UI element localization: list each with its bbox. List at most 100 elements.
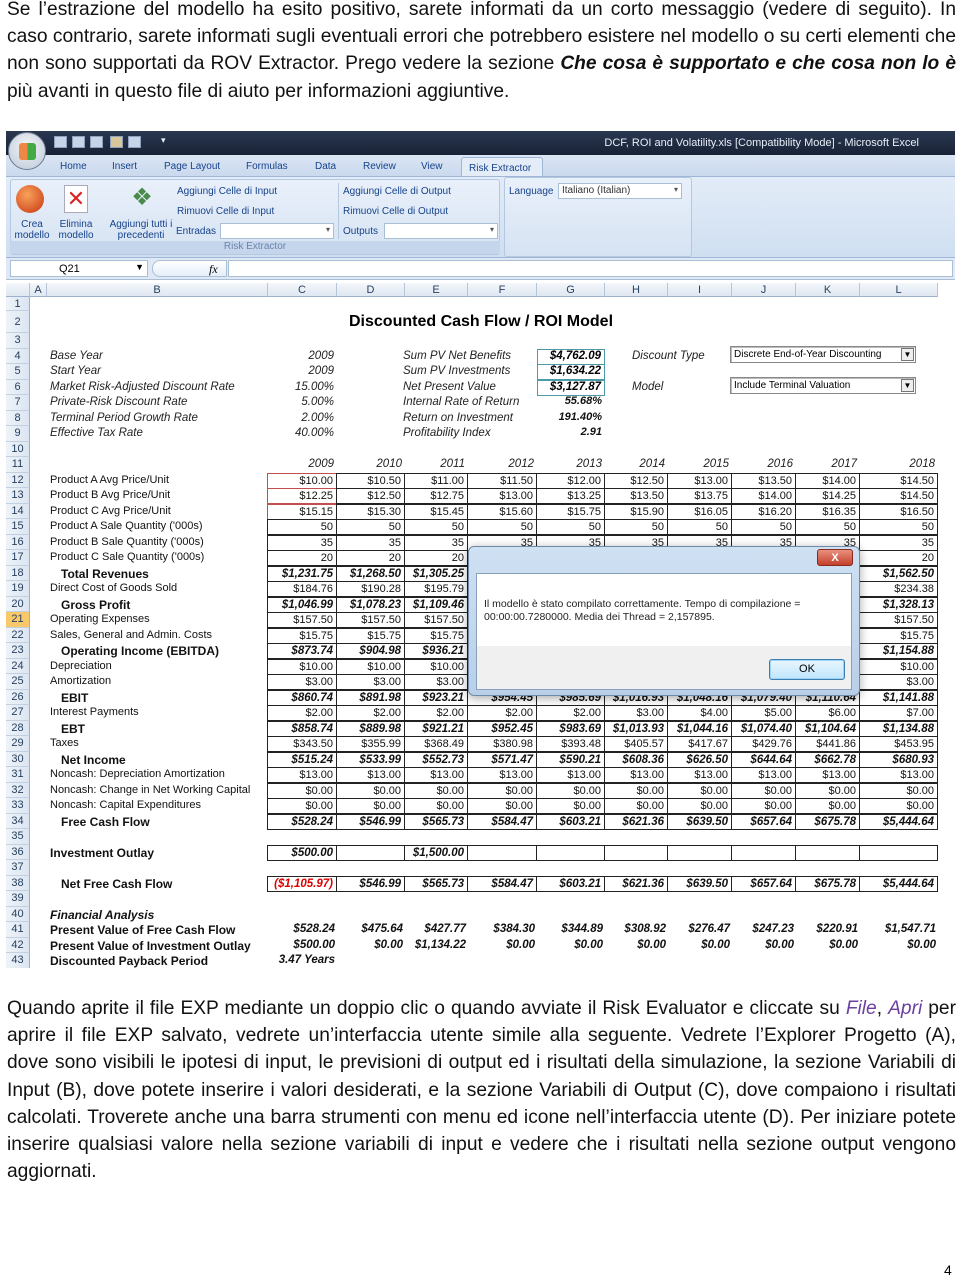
data-cell[interactable]: $247.23 [732,922,797,938]
row-header-16[interactable]: 16 [6,534,30,550]
data-cell[interactable]: $0.00 [467,798,537,814]
data-cell[interactable]: $190.28 [336,581,405,597]
data-cell[interactable]: $0.00 [605,938,669,954]
chevron-down-icon[interactable]: ▼ [901,347,914,361]
data-cell[interactable]: $16.20 [731,503,796,520]
data-cell[interactable]: $675.78 [795,875,860,892]
data-cell[interactable]: $13.00 [731,767,796,783]
data-cell[interactable]: $384.30 [468,922,538,938]
row-header-36[interactable]: 36 [6,844,30,860]
column-header-D[interactable]: D [337,283,405,297]
data-cell[interactable]: $0.00 [267,798,337,814]
data-cell[interactable]: $13.00 [267,767,337,783]
tab-page-layout[interactable]: Page Layout [164,161,220,172]
data-cell[interactable]: 50 [731,519,796,535]
row-header-40[interactable]: 40 [6,906,30,922]
data-cell[interactable]: $13.25 [536,488,605,504]
data-cell[interactable]: $3.00 [604,705,668,721]
data-cell[interactable]: $4.00 [667,705,732,721]
data-cell[interactable]: $308.92 [605,922,669,938]
data-cell[interactable]: $16.50 [859,503,938,520]
data-cell[interactable]: $0.00 [859,798,938,814]
data-cell[interactable]: 35 [336,534,405,551]
data-cell[interactable]: $10.00 [267,658,337,675]
row-header-21[interactable]: 21 [6,612,30,628]
remove-input-cells-button[interactable]: Rimuovi Celle di Input [177,206,274,217]
row-header-19[interactable]: 19 [6,581,30,597]
data-cell[interactable]: $234.38 [859,581,938,597]
data-cell[interactable]: 20 [267,550,337,566]
row-header-22[interactable]: 22 [6,627,30,643]
row-header-29[interactable]: 29 [6,736,30,752]
data-cell[interactable]: $1,109.46 [404,596,468,613]
data-cell[interactable]: $0.00 [732,938,797,954]
data-cell[interactable]: 35 [404,534,468,551]
assumption-value[interactable]: 2.00% [268,412,337,424]
data-cell[interactable]: 35 [267,534,337,551]
data-cell[interactable]: $983.69 [536,720,605,737]
row-header-34[interactable]: 34 [6,813,30,829]
row-header-18[interactable]: 18 [6,565,30,581]
data-cell[interactable]: $15.60 [467,503,537,520]
data-cell[interactable]: $889.98 [336,720,405,737]
data-cell[interactable]: $3.00 [859,674,938,690]
data-cell[interactable]: $565.73 [404,875,468,892]
data-cell[interactable]: $12.25 [267,488,337,504]
tab-formulas[interactable]: Formulas [246,161,288,172]
data-cell[interactable]: $0.00 [860,938,939,954]
data-cell[interactable]: $584.47 [467,813,537,830]
data-cell[interactable]: $0.00 [336,798,405,814]
data-cell[interactable]: $13.00 [467,488,537,504]
data-cell[interactable]: $0.00 [667,782,732,799]
data-cell[interactable]: $13.50 [604,488,668,504]
row-header-38[interactable]: 38 [6,875,30,891]
column-header-I[interactable]: I [668,283,732,297]
data-cell[interactable]: $157.50 [267,612,337,628]
data-cell[interactable]: $1,328.13 [859,596,938,613]
row-header-17[interactable]: 17 [6,550,30,566]
data-cell[interactable]: $13.00 [336,767,405,783]
column-header-L[interactable]: L [860,283,938,297]
data-cell[interactable]: $276.47 [668,922,733,938]
data-cell[interactable]: $0.00 [536,782,605,799]
column-header-F[interactable]: F [468,283,537,297]
assumption-value[interactable]: 5.00% [268,396,337,408]
data-cell[interactable]: $0.00 [604,798,668,814]
assumption-value[interactable]: 2009 [268,365,337,377]
data-cell[interactable]: $11.00 [404,472,468,489]
row-header-7[interactable]: 7 [6,395,30,411]
tab-review[interactable]: Review [363,161,396,172]
data-cell[interactable]: $5.00 [731,705,796,721]
column-header-B[interactable]: B [47,283,268,297]
data-cell[interactable]: $1,104.64 [795,720,860,737]
data-cell[interactable]: $921.21 [404,720,468,737]
data-cell[interactable]: $14.50 [859,488,938,504]
data-cell[interactable]: 35 [859,534,938,551]
insert-function-button[interactable]: fx [152,260,227,277]
tab-view[interactable]: View [421,161,443,172]
row-header-24[interactable]: 24 [6,658,30,674]
data-cell[interactable]: $639.50 [667,813,732,830]
data-cell[interactable]: $500.00 [268,938,338,954]
data-cell[interactable]: $500.00 [267,844,337,861]
add-all-precedents-button[interactable]: Aggiungi tutti i precedenti [104,219,178,241]
assumption-value[interactable]: 2009 [268,350,337,362]
data-cell[interactable]: $12.50 [336,488,405,504]
data-cell[interactable]: $3.00 [336,674,405,690]
data-cell[interactable]: $621.36 [604,875,668,892]
row-header-6[interactable]: 6 [6,379,30,395]
data-cell[interactable]: $2.00 [404,705,468,721]
data-cell[interactable]: $1,562.50 [859,565,938,582]
row-header-23[interactable]: 23 [6,643,30,659]
column-header-K[interactable]: K [796,283,860,297]
data-cell[interactable]: $13.00 [467,767,537,783]
create-model-button[interactable]: Crea modello [10,219,54,241]
data-cell[interactable]: $10.00 [404,658,468,675]
column-header-H[interactable]: H [605,283,668,297]
add-input-cells-button[interactable]: Aggiungi Celle di Input [177,186,277,197]
data-cell[interactable] [795,844,860,861]
data-cell[interactable]: $0.00 [404,798,468,814]
row-header-43[interactable]: 43 [6,953,30,968]
data-cell[interactable]: 20 [336,550,405,566]
data-cell[interactable]: $0.00 [537,938,606,954]
